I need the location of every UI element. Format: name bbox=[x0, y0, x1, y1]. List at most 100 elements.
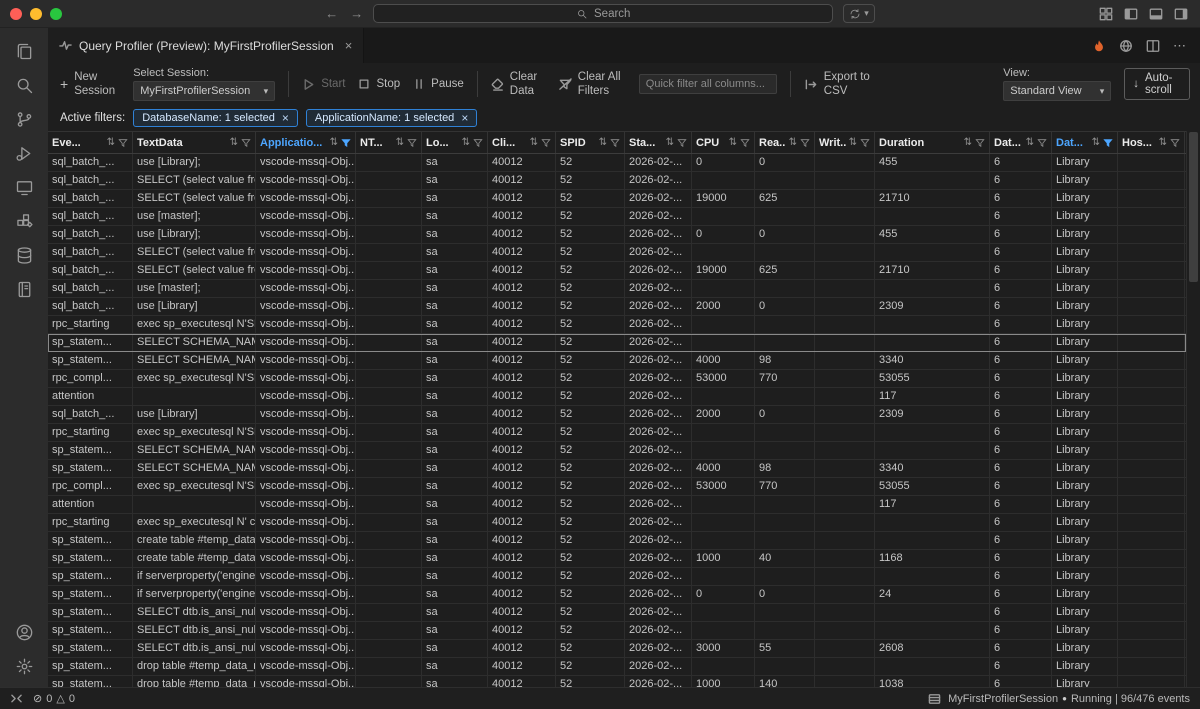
filter-icon[interactable] bbox=[1103, 138, 1113, 148]
table-row[interactable]: sql_batch_...SELECT (select value from .… bbox=[48, 262, 1186, 280]
activity-item-account[interactable] bbox=[0, 615, 48, 649]
vertical-scrollbar[interactable] bbox=[1186, 131, 1200, 687]
table-row[interactable]: sql_batch_...SELECT (select value from .… bbox=[48, 244, 1186, 262]
filter-icon[interactable] bbox=[118, 138, 128, 148]
sort-icon[interactable]: ⇅ bbox=[1092, 137, 1100, 148]
sort-icon[interactable]: ⇅ bbox=[666, 137, 674, 148]
column-header[interactable]: TextData⇅ bbox=[133, 132, 256, 153]
column-header[interactable]: Applicatio...⇅ bbox=[256, 132, 356, 153]
filter-icon[interactable] bbox=[241, 138, 251, 148]
flame-icon[interactable] bbox=[1092, 39, 1106, 53]
column-header[interactable]: Eve...⇅ bbox=[48, 132, 133, 153]
globe-icon[interactable] bbox=[1119, 39, 1133, 53]
command-center-search[interactable]: Search bbox=[373, 4, 833, 23]
table-row[interactable]: sp_statem...drop table #temp_data_ret...… bbox=[48, 658, 1186, 676]
filter-icon[interactable] bbox=[610, 138, 620, 148]
filter-chip[interactable]: ApplicationName: 1 selected× bbox=[306, 109, 477, 127]
filter-icon[interactable] bbox=[407, 138, 417, 148]
table-row[interactable]: sql_batch_...use [Library]vscode-mssql-O… bbox=[48, 406, 1186, 424]
quick-filter-input[interactable] bbox=[639, 74, 777, 94]
table-row[interactable]: sp_statem...create table #temp_data_r...… bbox=[48, 550, 1186, 568]
sort-icon[interactable]: ⇅ bbox=[789, 137, 797, 148]
sort-icon[interactable]: ⇅ bbox=[964, 137, 972, 148]
column-header[interactable]: Dat...⇅ bbox=[990, 132, 1052, 153]
tab-close-icon[interactable]: × bbox=[345, 38, 353, 53]
column-header[interactable]: Sta...⇅ bbox=[625, 132, 692, 153]
close-window-button[interactable] bbox=[10, 8, 22, 20]
customize-layout-icon[interactable] bbox=[1099, 7, 1113, 21]
table-row[interactable]: sp_statem...SELECT dtb.is_ansi_null_d...… bbox=[48, 640, 1186, 658]
activity-item-extensions[interactable] bbox=[0, 204, 48, 238]
session-status[interactable]: MyFirstProfilerSession ● Running | 96/47… bbox=[948, 693, 1190, 705]
sort-icon[interactable]: ⇅ bbox=[729, 137, 737, 148]
tab-query-profiler[interactable]: Query Profiler (Preview): MyFirstProfile… bbox=[48, 28, 364, 63]
column-header[interactable]: Duration⇅ bbox=[875, 132, 990, 153]
filter-icon[interactable] bbox=[677, 138, 687, 148]
filter-icon[interactable] bbox=[860, 138, 870, 148]
sort-icon[interactable]: ⇅ bbox=[396, 137, 404, 148]
table-row[interactable]: sql_batch_...SELECT (select value from .… bbox=[48, 172, 1186, 190]
activity-item-source-control[interactable] bbox=[0, 102, 48, 136]
table-row[interactable]: sp_statem...create table #temp_data_r...… bbox=[48, 532, 1186, 550]
filter-icon[interactable] bbox=[800, 138, 810, 148]
table-row[interactable]: rpc_startingexec sp_executesql N'SEL...v… bbox=[48, 316, 1186, 334]
view-select[interactable]: Standard View ▾ bbox=[1003, 81, 1111, 101]
sort-icon[interactable]: ⇅ bbox=[1026, 137, 1034, 148]
remote-indicator[interactable] bbox=[10, 693, 23, 704]
column-header[interactable]: Cli...⇅ bbox=[488, 132, 556, 153]
table-row[interactable]: sp_statem...SELECT SCHEMA_NAME(t...vscod… bbox=[48, 334, 1186, 352]
table-row[interactable]: sp_statem...SELECT SCHEMA_NAME(t...vscod… bbox=[48, 442, 1186, 460]
sort-icon[interactable]: ⇅ bbox=[1159, 137, 1167, 148]
table-row[interactable]: sql_batch_...SELECT (select value from .… bbox=[48, 190, 1186, 208]
table-row[interactable]: sql_batch_...use [Library];vscode-mssql-… bbox=[48, 154, 1186, 172]
filter-icon[interactable] bbox=[541, 138, 551, 148]
activity-item-database[interactable] bbox=[0, 238, 48, 272]
back-button[interactable]: ← bbox=[325, 6, 338, 21]
sort-icon[interactable]: ⇅ bbox=[230, 137, 238, 148]
activity-item-explorer[interactable] bbox=[0, 34, 48, 68]
table-row[interactable]: sql_batch_...use [master];vscode-mssql-O… bbox=[48, 208, 1186, 226]
problems-indicator[interactable]: ⊘ 0 △ 0 bbox=[33, 692, 75, 705]
table-row[interactable]: rpc_startingexec sp_executesql N' crea..… bbox=[48, 514, 1186, 532]
zoom-window-button[interactable] bbox=[50, 8, 62, 20]
table-row[interactable]: attentionvscode-mssql-Obj...sa4001252202… bbox=[48, 496, 1186, 514]
activity-item-run-debug[interactable] bbox=[0, 136, 48, 170]
minimize-window-button[interactable] bbox=[30, 8, 42, 20]
stop-button[interactable]: Stop bbox=[358, 77, 400, 91]
column-header[interactable]: CPU⇅ bbox=[692, 132, 755, 153]
column-header[interactable]: Lo...⇅ bbox=[422, 132, 488, 153]
clear-all-filters-button[interactable]: Clear All Filters bbox=[559, 70, 626, 99]
export-csv-button[interactable]: Export to CSV bbox=[804, 70, 880, 99]
start-button[interactable]: Start bbox=[302, 77, 345, 91]
column-header[interactable]: Rea...⇅ bbox=[755, 132, 815, 153]
toggle-primary-sidebar-icon[interactable] bbox=[1124, 7, 1138, 21]
autoscroll-button[interactable]: ↓ Auto-scroll bbox=[1124, 68, 1190, 100]
activity-item-notebook[interactable] bbox=[0, 272, 48, 306]
sort-icon[interactable]: ⇅ bbox=[330, 137, 338, 148]
filter-icon[interactable] bbox=[341, 138, 351, 148]
table-row[interactable]: sp_statem...SELECT dtb.is_ansi_null_d...… bbox=[48, 604, 1186, 622]
column-header[interactable]: Dat...⇅ bbox=[1052, 132, 1118, 153]
pause-button[interactable]: Pause bbox=[413, 77, 464, 91]
table-row[interactable]: sp_statem...SELECT SCHEMA_NAME(t...vscod… bbox=[48, 352, 1186, 370]
session-select[interactable]: MyFirstProfilerSession ▾ bbox=[133, 81, 275, 101]
table-row[interactable]: sql_batch_...use [master];vscode-mssql-O… bbox=[48, 280, 1186, 298]
table-row[interactable]: attentionvscode-mssql-Obj...sa4001252202… bbox=[48, 388, 1186, 406]
sort-icon[interactable]: ⇅ bbox=[462, 137, 470, 148]
table-row[interactable]: rpc_compl...exec sp_executesql N'SEL...v… bbox=[48, 370, 1186, 388]
table-row[interactable]: sp_statem...SELECT dtb.is_ansi_null_d...… bbox=[48, 622, 1186, 640]
sort-icon[interactable]: ⇅ bbox=[530, 137, 538, 148]
sort-icon[interactable]: ⇅ bbox=[107, 137, 115, 148]
table-row[interactable]: sp_statem...if serverproperty('enginee..… bbox=[48, 568, 1186, 586]
chip-close-icon[interactable]: × bbox=[282, 111, 289, 125]
table-row[interactable]: sql_batch_...use [Library];vscode-mssql-… bbox=[48, 226, 1186, 244]
chip-close-icon[interactable]: × bbox=[461, 111, 468, 125]
table-row[interactable]: sql_batch_...use [Library]vscode-mssql-O… bbox=[48, 298, 1186, 316]
column-header[interactable]: Writ...⇅ bbox=[815, 132, 875, 153]
table-row[interactable]: rpc_compl...exec sp_executesql N'SEL...v… bbox=[48, 478, 1186, 496]
split-editor-icon[interactable] bbox=[1146, 39, 1160, 53]
column-header[interactable]: Hos...⇅ bbox=[1118, 132, 1185, 153]
activity-item-remote-explorer[interactable] bbox=[0, 170, 48, 204]
filter-chip[interactable]: DatabaseName: 1 selected× bbox=[133, 109, 298, 127]
toggle-secondary-sidebar-icon[interactable] bbox=[1174, 7, 1188, 21]
